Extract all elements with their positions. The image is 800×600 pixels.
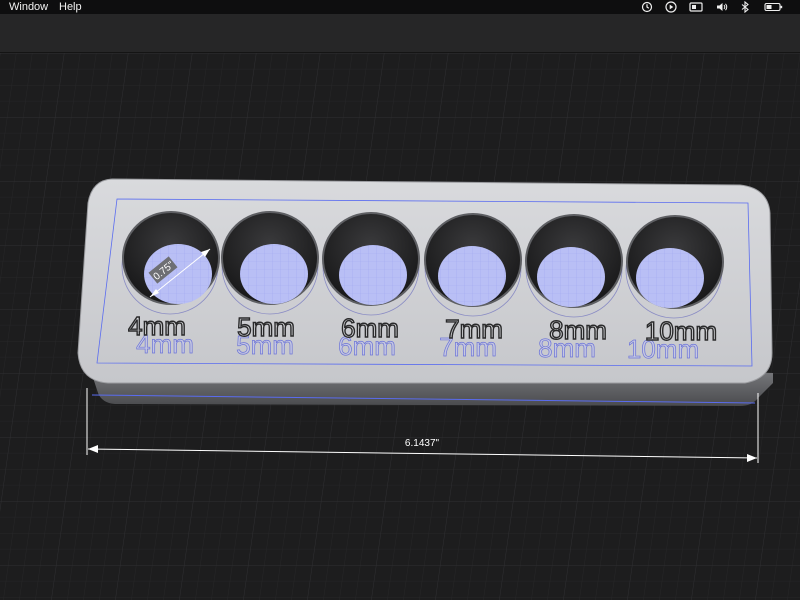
menu-window[interactable]: Window [9, 0, 48, 14]
menu-help[interactable]: Help [59, 0, 82, 14]
label-7mm: 7mm [445, 314, 503, 344]
history-icon[interactable] [641, 1, 653, 13]
volume-icon[interactable] [716, 1, 728, 13]
label-4mm: 4mm [128, 311, 186, 341]
label-10mm: 10mm [645, 316, 717, 346]
cad-viewport[interactable]: 0.75" 4mm 4mm 5mm 5mm 6mm 6mm 7mm 7mm 8m… [0, 53, 800, 600]
viewport-canvas[interactable]: 0.75" 4mm 4mm 5mm 5mm 6mm 6mm 7mm 7mm 8m… [0, 53, 800, 600]
bluetooth-icon[interactable] [740, 1, 750, 13]
label-8mm: 8mm [549, 315, 607, 345]
svg-text:6.1437": 6.1437" [405, 438, 440, 449]
battery-icon[interactable] [764, 1, 784, 13]
label-5mm: 5mm [237, 312, 295, 342]
display-icon[interactable] [689, 1, 703, 13]
label-6mm: 6mm [341, 313, 399, 343]
play-icon[interactable] [665, 1, 677, 13]
menu-bar: Window Help [0, 0, 800, 14]
app-toolbar [0, 14, 800, 53]
